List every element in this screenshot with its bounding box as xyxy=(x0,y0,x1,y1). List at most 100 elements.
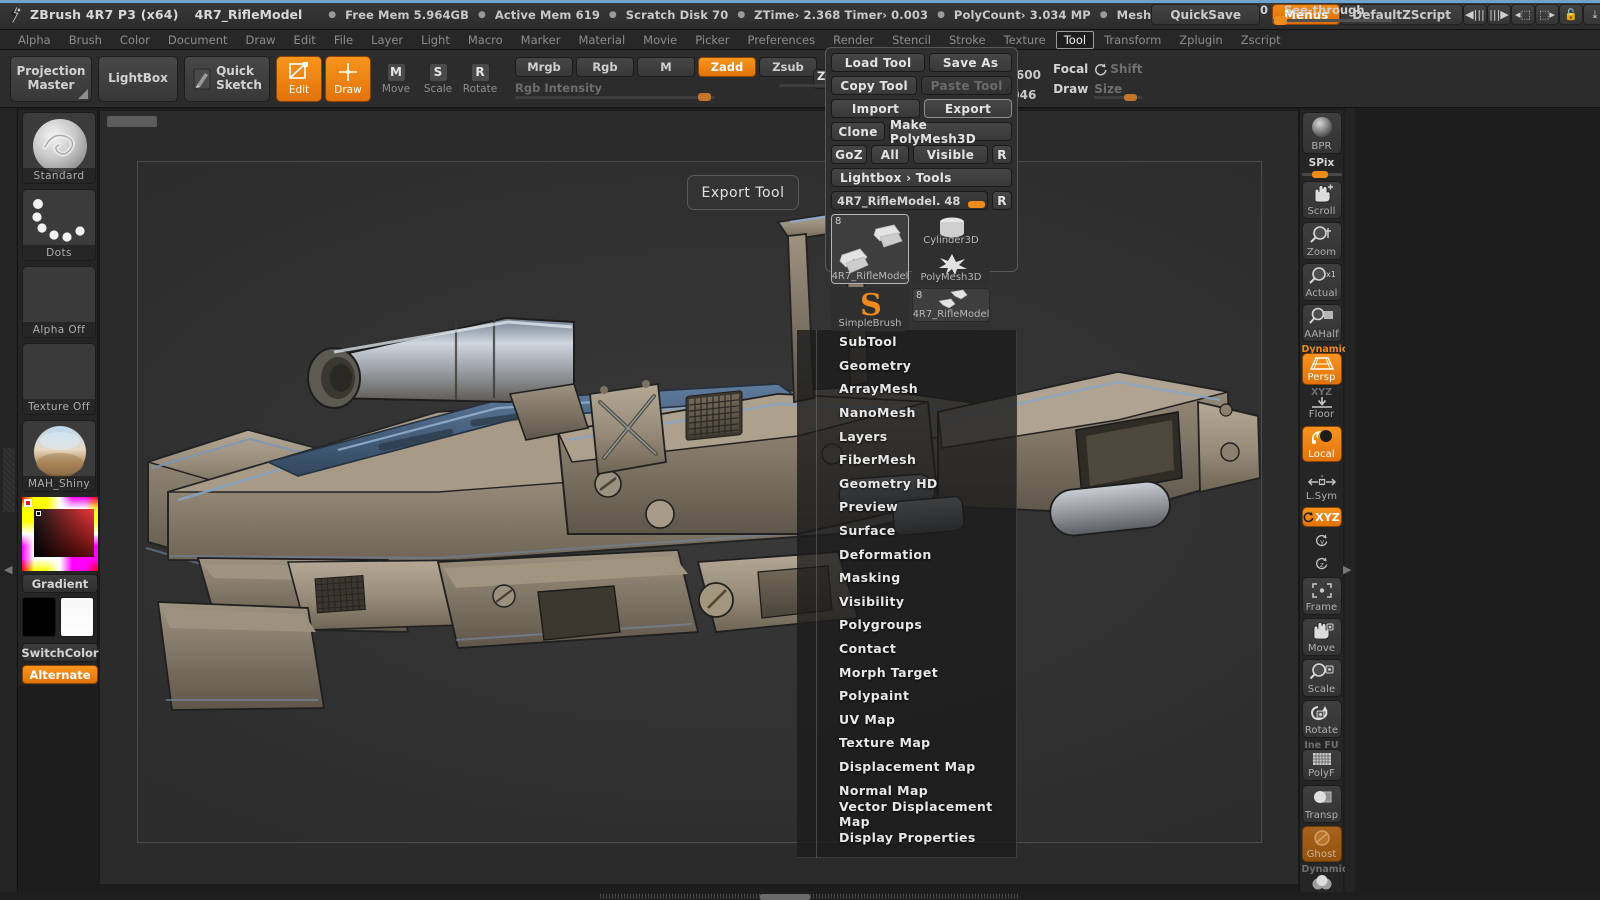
secondary-color-swatch[interactable] xyxy=(60,597,94,637)
rifle-model-viewport[interactable] xyxy=(138,162,1338,900)
tray-right-icon[interactable]: ⬚▸ xyxy=(1534,4,1559,25)
tool-thumbnail-rifle-selected[interactable]: 8 4R7_RifleModel xyxy=(831,214,909,284)
menu-item-movie[interactable]: Movie xyxy=(635,31,685,49)
tool-item-r-button[interactable]: R xyxy=(992,191,1012,210)
scale-mode-button[interactable]: S Scale xyxy=(417,57,459,101)
rotate-mode-button[interactable]: R Rotate xyxy=(459,57,501,101)
see-through-knob[interactable] xyxy=(1274,15,1287,25)
tool-menu-item-display-properties[interactable]: Display Properties xyxy=(797,825,1016,849)
brush-swatch[interactable]: Standard xyxy=(22,112,96,184)
lock-icon[interactable]: 🔓 xyxy=(1558,4,1583,25)
aahalf-button[interactable]: AAHalf xyxy=(1301,304,1342,342)
menu-item-preferences[interactable]: Preferences xyxy=(739,31,823,49)
texture-swatch[interactable]: Texture Off xyxy=(22,343,96,415)
tool-subpalette-menu[interactable]: SubTool Geometry ArrayMesh NanoMesh Laye… xyxy=(797,330,1017,858)
color-picker-sv-field[interactable] xyxy=(34,509,94,557)
xyz-button[interactable]: XYZ xyxy=(1301,507,1342,527)
move-mode-button[interactable]: M Move xyxy=(375,57,417,101)
tool-item-slider[interactable]: 4R7_RifleModel. 48 xyxy=(831,191,988,210)
quicksave-button[interactable]: QuickSave xyxy=(1151,4,1260,25)
tool-menu-item-texture-map[interactable]: Texture Map xyxy=(797,731,1016,755)
rotate-z-button[interactable]: z xyxy=(1302,553,1342,573)
menu-item-draw[interactable]: Draw xyxy=(238,31,284,49)
menu-item-brush[interactable]: Brush xyxy=(61,31,110,49)
menu-item-material[interactable]: Material xyxy=(570,31,633,49)
color-picker-primary-marker[interactable] xyxy=(24,499,32,507)
menu-item-tool[interactable]: Tool xyxy=(1055,30,1095,49)
tool-item-slider-knob[interactable] xyxy=(968,201,985,208)
rotate-button[interactable]: Rotate xyxy=(1301,700,1342,738)
polyf-button[interactable]: PolyF xyxy=(1301,749,1342,781)
zoom-button[interactable]: Zoom xyxy=(1301,222,1342,260)
tool-menu-item-displacement-map[interactable]: Displacement Map xyxy=(797,755,1016,779)
spix-slider[interactable] xyxy=(1301,169,1342,178)
scroll-button[interactable]: Scroll xyxy=(1301,181,1342,219)
document-canvas[interactable] xyxy=(137,161,1262,843)
scroll-right-icon[interactable]: |||▶ xyxy=(1486,4,1511,25)
mrgb-button[interactable]: Mrgb xyxy=(515,56,573,77)
tool-menu-item-arraymesh[interactable]: ArrayMesh xyxy=(797,377,1016,401)
menu-item-marker[interactable]: Marker xyxy=(513,31,569,49)
menu-item-render[interactable]: Render xyxy=(825,31,882,49)
menu-item-transform[interactable]: Transform xyxy=(1096,31,1169,49)
bottom-timeline-ticks[interactable] xyxy=(600,894,1020,899)
menu-item-stencil[interactable]: Stencil xyxy=(884,31,939,49)
clone-button[interactable]: Clone xyxy=(831,122,885,141)
tool-thumbnail-rifle-2[interactable]: 8 4R7_RifleModel xyxy=(912,288,990,322)
tool-menu-item-geometry[interactable]: Geometry xyxy=(797,354,1016,378)
tool-menu-item-deformation[interactable]: Deformation xyxy=(797,542,1016,566)
lightbox-button[interactable]: LightBox xyxy=(98,55,178,102)
menu-item-file[interactable]: File xyxy=(326,31,361,49)
tool-menu-item-masking[interactable]: Masking xyxy=(797,566,1016,590)
canvas-area[interactable] xyxy=(99,110,1299,885)
menu-item-alpha[interactable]: Alpha xyxy=(10,31,59,49)
m-button[interactable]: M xyxy=(637,56,695,77)
spix-knob[interactable] xyxy=(1311,171,1328,178)
export-button[interactable]: Export xyxy=(924,99,1012,118)
rgb-button[interactable]: Rgb xyxy=(576,56,634,77)
make-polymesh3d-button[interactable]: Make PolyMesh3D xyxy=(889,118,1012,146)
alpha-swatch[interactable]: Alpha Off xyxy=(22,266,96,338)
tool-menu-item-nanomesh[interactable]: NanoMesh xyxy=(797,401,1016,425)
lsym-button[interactable]: L.Sym xyxy=(1302,470,1342,504)
ghost-button[interactable]: Ghost xyxy=(1301,826,1342,862)
tool-menu-item-layers[interactable]: Layers xyxy=(797,424,1016,448)
minimize-button[interactable]: ⤓ xyxy=(1582,4,1600,25)
tool-menu-item-vector-displacement[interactable]: Vector Displacement Map xyxy=(797,799,1016,829)
draw-mode-button[interactable]: Draw xyxy=(325,55,371,102)
tool-menu-item-surface[interactable]: Surface xyxy=(797,519,1016,543)
draw-size-knob[interactable] xyxy=(1124,93,1138,101)
bpr-button[interactable]: BPR xyxy=(1301,112,1342,154)
menu-item-edit[interactable]: Edit xyxy=(286,31,324,49)
goz-button[interactable]: GoZ xyxy=(831,145,867,164)
tool-menu-item-uv-map[interactable]: UV Map xyxy=(797,708,1016,732)
copy-tool-button[interactable]: Copy Tool xyxy=(831,76,918,95)
menu-item-color[interactable]: Color xyxy=(112,31,158,49)
menu-item-texture[interactable]: Texture xyxy=(996,31,1054,49)
import-button[interactable]: Import xyxy=(831,99,921,118)
bottom-timeline-marker[interactable] xyxy=(760,894,810,900)
persp-button[interactable]: Persp xyxy=(1301,353,1342,385)
save-as-button[interactable]: Save As xyxy=(929,53,1013,72)
quick-sketch-button[interactable]: Quick Sketch xyxy=(184,55,270,102)
primary-color-swatch[interactable] xyxy=(22,597,56,637)
tool-menu-item-polypaint[interactable]: Polypaint xyxy=(797,684,1016,708)
menu-item-light[interactable]: Light xyxy=(413,31,458,49)
menu-item-document[interactable]: Document xyxy=(160,31,236,49)
local-button[interactable]: Local xyxy=(1301,426,1342,462)
tool-menu-item-geometry-hd[interactable]: Geometry HD xyxy=(797,472,1016,496)
edit-mode-button[interactable]: Edit xyxy=(276,55,322,102)
actual-button[interactable]: x1 Actual xyxy=(1301,263,1342,301)
move-button[interactable]: Move xyxy=(1301,618,1342,656)
tool-thumbnail-simplebrush[interactable]: S SimpleBrush xyxy=(831,287,909,331)
tool-menu-item-morph-target[interactable]: Morph Target xyxy=(797,660,1016,684)
alternate-button[interactable]: Alternate xyxy=(22,665,98,684)
left-shelf-grip[interactable] xyxy=(3,448,15,512)
stroke-swatch[interactable]: Dots xyxy=(22,189,96,261)
color-picker-sv-marker[interactable] xyxy=(36,511,41,516)
menu-item-zscript[interactable]: Zscript xyxy=(1233,31,1289,49)
frame-button[interactable]: Frame xyxy=(1301,577,1342,615)
menu-item-layer[interactable]: Layer xyxy=(363,31,411,49)
scale-button[interactable]: Scale xyxy=(1301,659,1342,697)
load-tool-button[interactable]: Load Tool xyxy=(831,53,926,72)
